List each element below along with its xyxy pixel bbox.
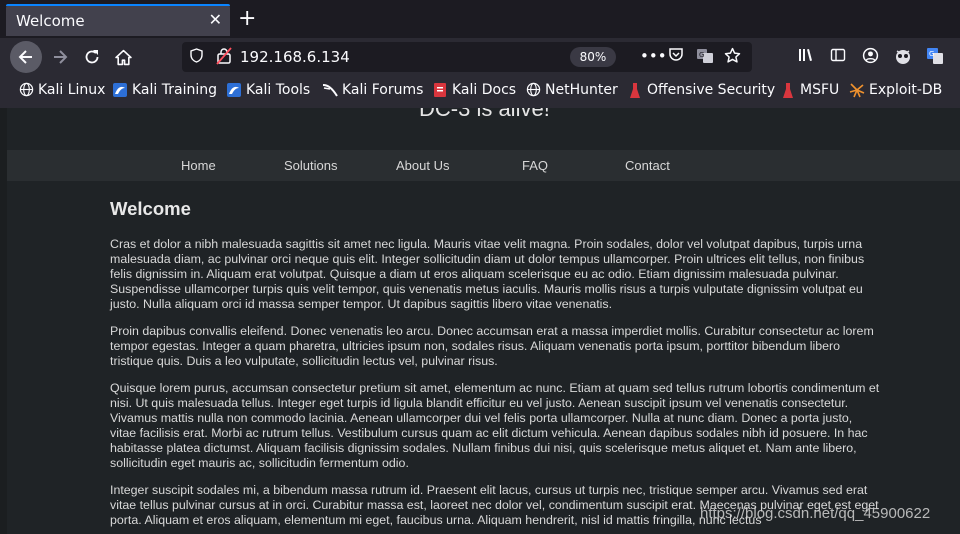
translate-icon[interactable]: G xyxy=(696,47,714,69)
tab-welcome[interactable]: Welcome ✕ xyxy=(6,4,230,36)
sidebar-icon[interactable] xyxy=(830,47,846,67)
bookmark-star-icon[interactable] xyxy=(724,47,741,68)
nav-home[interactable]: Home xyxy=(181,158,216,173)
nav-contact[interactable]: Contact xyxy=(625,158,670,173)
main-content: Welcome Cras et dolor a nibh malesuada s… xyxy=(110,198,880,534)
page-heading: Welcome xyxy=(110,198,191,219)
extension-icon[interactable] xyxy=(894,47,912,69)
svg-text:G: G xyxy=(699,51,704,59)
translate-extension-icon[interactable]: G xyxy=(926,47,944,69)
nav-solutions[interactable]: Solutions xyxy=(284,158,337,173)
exploitdb-icon xyxy=(849,82,865,98)
bookmark-nethunter[interactable]: NetHunter xyxy=(525,82,618,98)
svg-text:G: G xyxy=(929,50,934,58)
site-title: DC-3 is alive! xyxy=(419,108,550,121)
site-nav: Home Solutions About Us FAQ Contact xyxy=(7,150,960,181)
kali-docs-icon xyxy=(432,82,448,98)
tab-strip: Welcome ✕ + xyxy=(0,0,960,38)
library-icon[interactable] xyxy=(798,47,815,67)
close-tab-icon[interactable]: ✕ xyxy=(209,10,222,29)
kali-dragon-icon xyxy=(226,82,242,98)
nav-about-us[interactable]: About Us xyxy=(396,158,449,173)
page-actions-icon[interactable]: ••• xyxy=(640,47,667,65)
bookmark-label: Kali Tools xyxy=(246,82,311,98)
globe-icon xyxy=(18,82,34,98)
bookmark-label: Kali Linux xyxy=(38,82,106,98)
new-tab-icon[interactable]: + xyxy=(238,6,256,32)
web-page: DC-3 is alive! Home Solutions About Us F… xyxy=(0,108,960,534)
navigation-toolbar: 192.168.6.134 80% ••• G G xyxy=(0,38,960,76)
paragraph-3: Quisque lorem purus, accumsan consectetu… xyxy=(110,381,880,470)
bookmark-kali-forums[interactable]: Kali Forums xyxy=(322,82,423,98)
bookmark-offensive-security[interactable]: Offensive Security xyxy=(627,82,775,98)
bookmark-exploit-db[interactable]: Exploit-DB xyxy=(849,82,942,98)
bookmarks-toolbar: Kali Linux Kali Training Kali Tools Kali… xyxy=(0,76,960,108)
active-tab-indicator xyxy=(6,4,230,6)
bookmark-label: Kali Forums xyxy=(342,82,424,98)
kali-forums-icon xyxy=(322,82,338,98)
pocket-icon[interactable] xyxy=(668,47,684,67)
url-bar[interactable]: 192.168.6.134 80% ••• G xyxy=(182,42,752,72)
nav-faq[interactable]: FAQ xyxy=(522,158,548,173)
url-input[interactable]: 192.168.6.134 xyxy=(240,48,350,66)
bookmark-kali-training[interactable]: Kali Training xyxy=(112,82,217,98)
tab-title: Welcome xyxy=(16,12,85,30)
bookmark-label: NetHunter xyxy=(545,82,618,98)
forward-arrow-icon[interactable] xyxy=(44,41,76,73)
site-header: DC-3 is alive! xyxy=(7,108,960,150)
reload-icon[interactable] xyxy=(76,41,108,73)
insecure-lock-icon[interactable] xyxy=(216,47,232,65)
bookmark-label: Kali Training xyxy=(132,82,217,98)
home-icon[interactable] xyxy=(107,41,139,73)
watermark: https://blog.csdn.net/qq_45900622 xyxy=(700,505,931,522)
bookmark-kali-docs[interactable]: Kali Docs xyxy=(432,82,516,98)
tracking-shield-icon[interactable] xyxy=(190,48,203,67)
bookmark-label: Exploit-DB xyxy=(869,82,943,98)
bookmark-kali-linux[interactable]: Kali Linux xyxy=(18,82,105,98)
bookmark-label: Offensive Security xyxy=(647,82,776,98)
account-icon[interactable] xyxy=(862,47,879,68)
zoom-level-badge[interactable]: 80% xyxy=(570,47,616,67)
bookmark-kali-tools[interactable]: Kali Tools xyxy=(226,82,310,98)
back-arrow-icon[interactable] xyxy=(10,41,42,73)
offsec-icon xyxy=(780,82,796,98)
paragraph-1: Cras et dolor a nibh malesuada sagittis … xyxy=(110,237,865,311)
paragraph-2: Proin dapibus convallis eleifend. Donec … xyxy=(110,324,874,368)
page-edge xyxy=(0,108,7,534)
bookmark-label: MSFU xyxy=(800,82,840,98)
offsec-icon xyxy=(627,82,643,98)
globe-icon xyxy=(525,82,541,98)
bookmark-label: Kali Docs xyxy=(452,82,517,98)
kali-dragon-icon xyxy=(112,82,128,98)
bookmark-msfu[interactable]: MSFU xyxy=(780,82,839,98)
